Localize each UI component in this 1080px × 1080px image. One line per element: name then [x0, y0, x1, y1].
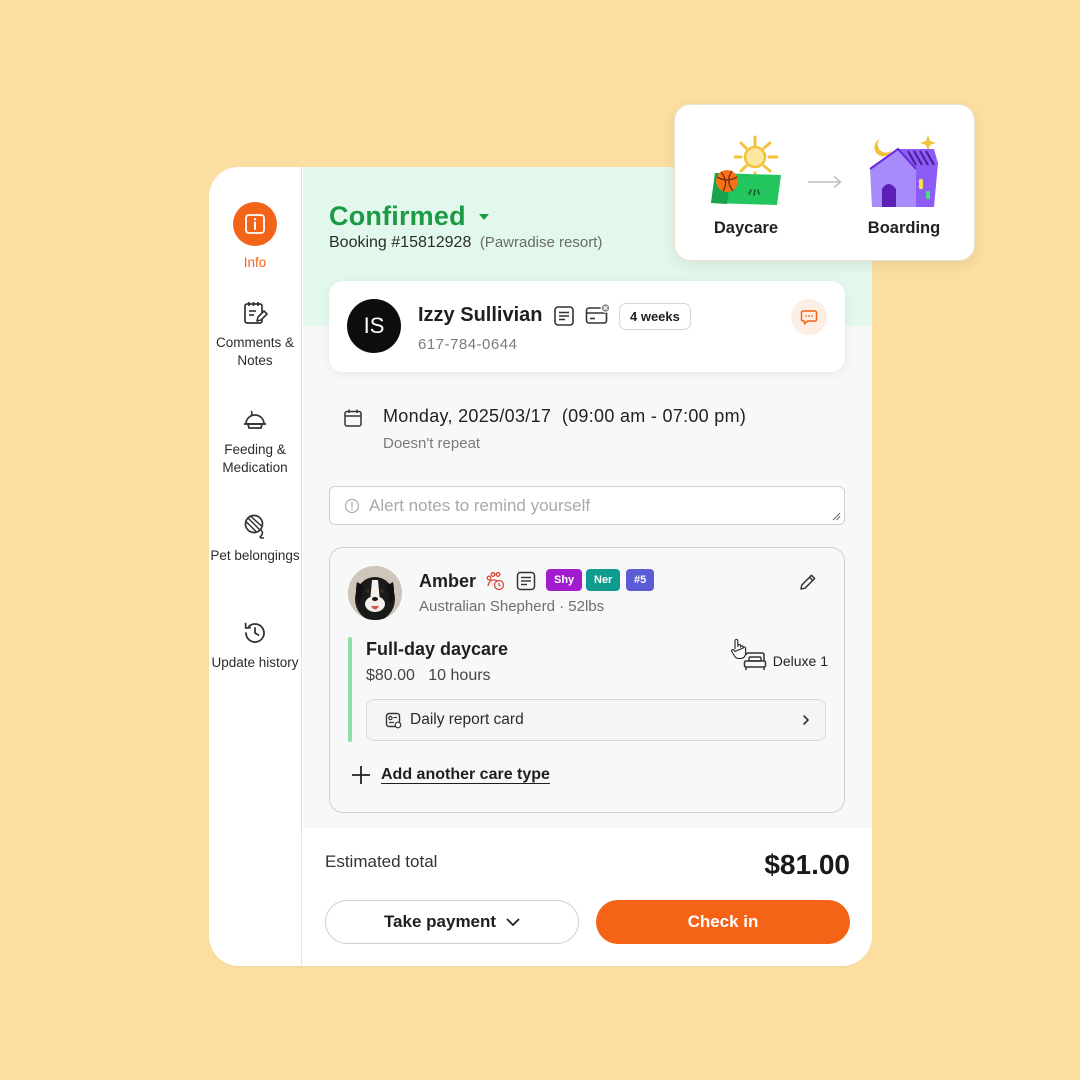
avatar: IS: [347, 299, 401, 353]
yarn-icon: [244, 514, 265, 539]
sidebar-item-label: Feeding & Medication: [222, 442, 288, 475]
pet-avatar: [348, 566, 402, 620]
repeat-info: Doesn't repeat: [383, 435, 481, 452]
bowl-icon: [243, 410, 267, 429]
check-in-label: Check in: [687, 912, 759, 931]
chevron-down-icon: [506, 918, 520, 926]
take-payment-button[interactable]: Take payment: [325, 900, 579, 944]
daycare-label: Daycare: [713, 219, 779, 237]
schedule-time: (09:00 am - 07:00 pm): [561, 406, 747, 426]
sidebar-item-history[interactable]: Update history: [209, 620, 301, 672]
schedule-date: Monday, 2025/03/17: [383, 406, 552, 426]
alert-notes-field[interactable]: [329, 486, 845, 525]
resize-handle-icon[interactable]: [832, 512, 841, 521]
pet-tag-ner: Ner: [586, 569, 621, 591]
chat-icon: [800, 310, 818, 325]
take-payment-label: Take payment: [383, 912, 497, 931]
status-dropdown[interactable]: Confirmed: [329, 201, 490, 232]
resort-name: (Pawradise resort): [479, 234, 603, 251]
sidebar-item-label: Comments & Notes: [215, 335, 295, 368]
pet-breed: Australian Shepherd · 52lbs: [419, 598, 605, 615]
pet-tag-shy: Shy: [546, 569, 583, 591]
sidebar-item-feeding[interactable]: Feeding & Medication: [209, 407, 301, 477]
schedule-datetime: Monday, 2025/03/17 (09:00 am - 07:00 pm): [383, 406, 803, 427]
history-icon: [244, 622, 265, 643]
service-price: $80.00: [366, 667, 415, 684]
hand-cursor-icon: [731, 638, 747, 660]
sidebar: Info Comments & Notes Feeding & Medicati…: [209, 167, 302, 966]
daycare-illustration: [711, 135, 781, 205]
duration-badge: 4 weeks: [619, 303, 691, 330]
boarding-illustration: [869, 135, 938, 207]
room-assignment[interactable]: Deluxe 1: [743, 651, 828, 671]
pet-card: Amber Shy Ner #5 Australian Shepherd · 5…: [329, 547, 845, 813]
credit-card-icon[interactable]: [585, 303, 611, 327]
footer: Estimated total $81.00 Take payment Chec…: [303, 828, 872, 966]
info-icon: [233, 202, 277, 246]
sidebar-item-info[interactable]: Info: [209, 202, 301, 272]
pet-name[interactable]: Amber: [419, 571, 476, 592]
service-name: Full-day daycare: [366, 639, 509, 659]
sidebar-item-label: Update history: [211, 655, 299, 670]
sidebar-item-label: Info: [243, 255, 267, 270]
caret-down-icon: [478, 213, 489, 220]
chevron-right-icon: [803, 715, 809, 725]
add-care-type-button[interactable]: Add another care type: [350, 764, 550, 786]
status-label: Confirmed: [329, 201, 466, 231]
plus-icon: [352, 766, 370, 784]
sidebar-item-comments[interactable]: Comments & Notes: [209, 300, 301, 370]
dog-photo: [348, 566, 402, 620]
sidebar-item-label: Pet belongings: [210, 548, 300, 563]
estimated-total-value: $81.00: [764, 849, 850, 880]
notes-icon: [244, 302, 268, 324]
service-indicator: [348, 637, 352, 742]
calendar-icon: [344, 409, 362, 427]
report-card-icon: [385, 712, 402, 728]
estimated-total-label: Estimated total: [325, 852, 438, 871]
booking-info: Booking #15812928 (Pawradise resort): [329, 234, 602, 252]
notes-icon[interactable]: [516, 571, 536, 591]
arrow-right-icon: [808, 175, 842, 189]
daily-report-card-button[interactable]: Daily report card: [366, 699, 826, 741]
paw-clock-icon: [486, 572, 505, 591]
booking-card: Info Comments & Notes Feeding & Medicati…: [209, 167, 872, 966]
sidebar-item-belongings[interactable]: Pet belongings: [209, 513, 301, 565]
report-card-label: Daily report card: [410, 711, 524, 728]
main-panel: Confirmed Booking #15812928 (Pawradise r…: [303, 167, 872, 966]
check-in-button[interactable]: Check in: [596, 900, 850, 944]
pencil-icon: [800, 574, 816, 590]
service-price-duration: $80.00 10 hours: [366, 667, 491, 685]
care-service: Full-day daycare $80.00 10 hours Deluxe …: [348, 637, 828, 742]
boarding-label: Boarding: [867, 219, 941, 237]
notes-icon[interactable]: [553, 305, 575, 327]
message-button[interactable]: [791, 299, 827, 335]
alert-notes-input[interactable]: [369, 495, 809, 516]
service-transition-card: Daycare Boarding: [674, 104, 975, 261]
service-duration: 10 hours: [428, 667, 491, 684]
alert-icon: [344, 498, 360, 513]
client-phone: 617-784-0644: [418, 336, 518, 353]
client-name[interactable]: Izzy Sullivian: [418, 304, 542, 327]
pet-tag-number: #5: [626, 569, 655, 591]
edit-pet-button[interactable]: [798, 572, 818, 597]
room-label: Deluxe 1: [772, 653, 828, 669]
add-care-label: Add another care type: [381, 766, 550, 783]
client-card: IS Izzy Sullivian 4 weeks 617-784-0644: [329, 281, 845, 372]
booking-number: Booking #15812928: [329, 234, 472, 251]
